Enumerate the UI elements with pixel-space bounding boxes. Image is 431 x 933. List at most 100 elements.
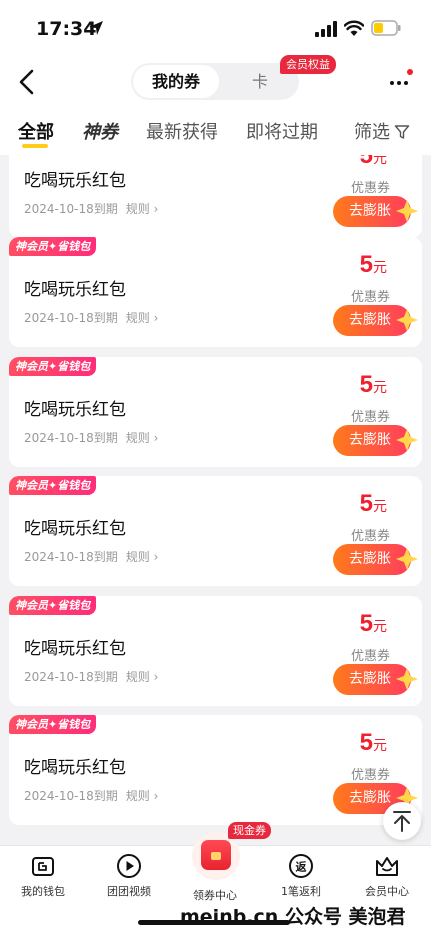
coupon-rule-link[interactable]: 规则 › bbox=[126, 311, 159, 325]
expand-button-label: 去膨胀 bbox=[349, 312, 391, 328]
segment-my-coupons[interactable]: 我的券 bbox=[133, 65, 219, 98]
coupon-amount: 5元 bbox=[360, 155, 387, 170]
cellular-signal-icon bbox=[315, 21, 337, 37]
expand-button-label: 去膨胀 bbox=[349, 551, 391, 567]
coupon-meta: 2024-10-18到期 规则 › bbox=[24, 200, 158, 217]
coupon-type: 优惠券 bbox=[350, 181, 390, 196]
coupon-amount: 5元 bbox=[360, 371, 387, 399]
back-button[interactable] bbox=[16, 68, 40, 96]
coupon-card-switch: 我的券 卡 bbox=[131, 63, 299, 100]
coupon-expiry: 2024-10-18到期 bbox=[24, 789, 118, 803]
coupon-expiry: 2024-10-18到期 bbox=[24, 550, 118, 564]
nav-label: 1笔返利 bbox=[281, 885, 321, 898]
coupon-card: 神会员✦省钱包 吃喝玩乐红包 2024-10-18到期 规则 › 5元 优惠券 去… bbox=[9, 476, 422, 586]
member-benefits-badge[interactable]: 会员权益 bbox=[280, 55, 336, 74]
coupon-title: 吃喝玩乐红包 bbox=[24, 171, 126, 191]
amount-value: 5 bbox=[359, 251, 373, 278]
coupon-meta: 2024-10-18到期 规则 › bbox=[24, 429, 158, 446]
amount-unit: 元 bbox=[373, 619, 387, 635]
coupon-title: 吃喝玩乐红包 bbox=[24, 280, 126, 300]
coupon-card: 神会员✦省钱包 吃喝玩乐红包 2024-10-18到期 规则 › 5元 优惠券 去… bbox=[9, 237, 422, 347]
nav-team-video[interactable]: 团团视频 bbox=[86, 852, 172, 899]
location-arrow-icon bbox=[89, 21, 103, 35]
active-tab-indicator bbox=[22, 144, 48, 148]
nav-coupon-center[interactable]: 领券中心 bbox=[172, 884, 258, 903]
sparkle-star-icon bbox=[396, 668, 418, 690]
nav-member-center[interactable]: 会员中心 bbox=[344, 852, 430, 899]
expand-coupon-button[interactable]: 去膨胀 bbox=[333, 425, 418, 456]
coupon-title: 吃喝玩乐红包 bbox=[24, 519, 126, 539]
coupon-card: 吃喝玩乐红包 2024-10-18到期 规则 › 5元 优惠券 去膨胀 bbox=[9, 155, 422, 238]
coupon-amount: 5元 bbox=[360, 251, 387, 279]
tab-all[interactable]: 全部 bbox=[18, 118, 54, 144]
coupon-type: 优惠券 bbox=[350, 410, 390, 425]
bottom-navigation: 我的钱包 团团视频 领券中心 现金券 返 1笔返利 会员中心 meinb.cn … bbox=[0, 822, 431, 933]
coupon-title: 吃喝玩乐红包 bbox=[24, 758, 126, 778]
wifi-icon bbox=[344, 20, 364, 36]
amount-unit: 元 bbox=[373, 260, 387, 276]
back-to-top-button[interactable] bbox=[383, 802, 421, 840]
more-options-icon[interactable] bbox=[386, 66, 416, 96]
nav-label: 团团视频 bbox=[107, 885, 151, 898]
nav-label: 领券中心 bbox=[193, 889, 237, 902]
expand-coupon-button[interactable]: 去膨胀 bbox=[333, 196, 418, 227]
coupon-expiry: 2024-10-18到期 bbox=[24, 202, 118, 216]
coupon-type: 优惠券 bbox=[350, 649, 390, 664]
page-header: 17:34 我的券 卡 会员权益 全部 神券 最新获得 即将过期 筛选 bbox=[0, 0, 431, 155]
filter-funnel-icon bbox=[394, 125, 410, 139]
tab-shen-coupons[interactable]: 神券 bbox=[82, 118, 118, 144]
amount-value: 5 bbox=[359, 610, 373, 637]
svg-text:返: 返 bbox=[296, 860, 307, 874]
coupon-amount: 5元 bbox=[360, 610, 387, 638]
expand-button-label: 去膨胀 bbox=[349, 203, 391, 219]
coupon-meta: 2024-10-18到期 规则 › bbox=[24, 668, 158, 685]
rebate-icon: 返 bbox=[289, 854, 313, 878]
wallet-icon bbox=[32, 857, 54, 876]
amount-unit: 元 bbox=[373, 155, 387, 167]
amount-value: 5 bbox=[359, 729, 373, 756]
expand-coupon-button[interactable]: 去膨胀 bbox=[333, 544, 418, 575]
expand-button-label: 去膨胀 bbox=[349, 671, 391, 687]
nav-label: 我的钱包 bbox=[21, 885, 65, 898]
vip-savings-badge: 神会员✦省钱包 bbox=[9, 715, 97, 734]
coupon-meta: 2024-10-18到期 规则 › bbox=[24, 787, 158, 804]
red-packet-icon bbox=[201, 840, 231, 870]
expand-coupon-button[interactable]: 去膨胀 bbox=[333, 664, 418, 695]
coupon-filter-tabs: 全部 神券 最新获得 即将过期 筛选 bbox=[0, 112, 431, 152]
status-bar: 17:34 bbox=[0, 0, 431, 56]
expand-button-label: 去膨胀 bbox=[349, 790, 391, 806]
sparkle-star-icon bbox=[396, 429, 418, 451]
cash-coupon-badge: 现金券 bbox=[228, 822, 271, 839]
sparkle-star-icon bbox=[396, 548, 418, 570]
sparkle-star-icon bbox=[396, 309, 418, 331]
coupon-type: 优惠券 bbox=[350, 290, 390, 305]
expand-button-label: 去膨胀 bbox=[349, 432, 391, 448]
coupon-title: 吃喝玩乐红包 bbox=[24, 400, 126, 420]
coupon-card: 神会员✦省钱包 吃喝玩乐红包 2024-10-18到期 规则 › 5元 优惠券 去… bbox=[9, 357, 422, 467]
nav-my-wallet[interactable]: 我的钱包 bbox=[0, 852, 86, 899]
tab-expiring[interactable]: 即将过期 bbox=[246, 118, 318, 144]
amount-unit: 元 bbox=[373, 499, 387, 515]
tab-newest[interactable]: 最新获得 bbox=[146, 118, 218, 144]
nav-rebate[interactable]: 返 1笔返利 bbox=[258, 852, 344, 899]
coupon-card: 神会员✦省钱包 吃喝玩乐红包 2024-10-18到期 规则 › 5元 优惠券 去… bbox=[9, 596, 422, 706]
tab-filter[interactable]: 筛选 bbox=[354, 118, 410, 144]
coupon-rule-link[interactable]: 规则 › bbox=[126, 550, 159, 564]
video-play-icon bbox=[117, 854, 141, 878]
coupon-rule-link[interactable]: 规则 › bbox=[126, 202, 159, 216]
coupon-amount: 5元 bbox=[360, 490, 387, 518]
coupon-meta: 2024-10-18到期 规则 › bbox=[24, 309, 158, 326]
coupon-card: 神会员✦省钱包 吃喝玩乐红包 2024-10-18到期 规则 › 5元 优惠券 去… bbox=[9, 715, 422, 825]
coupon-rule-link[interactable]: 规则 › bbox=[126, 670, 159, 684]
coupon-rule-link[interactable]: 规则 › bbox=[126, 789, 159, 803]
coupon-expiry: 2024-10-18到期 bbox=[24, 670, 118, 684]
amount-value: 5 bbox=[359, 155, 373, 169]
sparkle-star-icon bbox=[396, 200, 418, 222]
vip-savings-badge: 神会员✦省钱包 bbox=[9, 237, 97, 256]
vip-savings-badge: 神会员✦省钱包 bbox=[9, 596, 97, 615]
coupon-rule-link[interactable]: 规则 › bbox=[126, 431, 159, 445]
expand-coupon-button[interactable]: 去膨胀 bbox=[333, 305, 418, 336]
coupon-list: 吃喝玩乐红包 2024-10-18到期 规则 › 5元 优惠券 去膨胀 神会员✦省… bbox=[0, 155, 431, 845]
coupon-center-button[interactable] bbox=[192, 832, 240, 880]
amount-unit: 元 bbox=[373, 380, 387, 396]
